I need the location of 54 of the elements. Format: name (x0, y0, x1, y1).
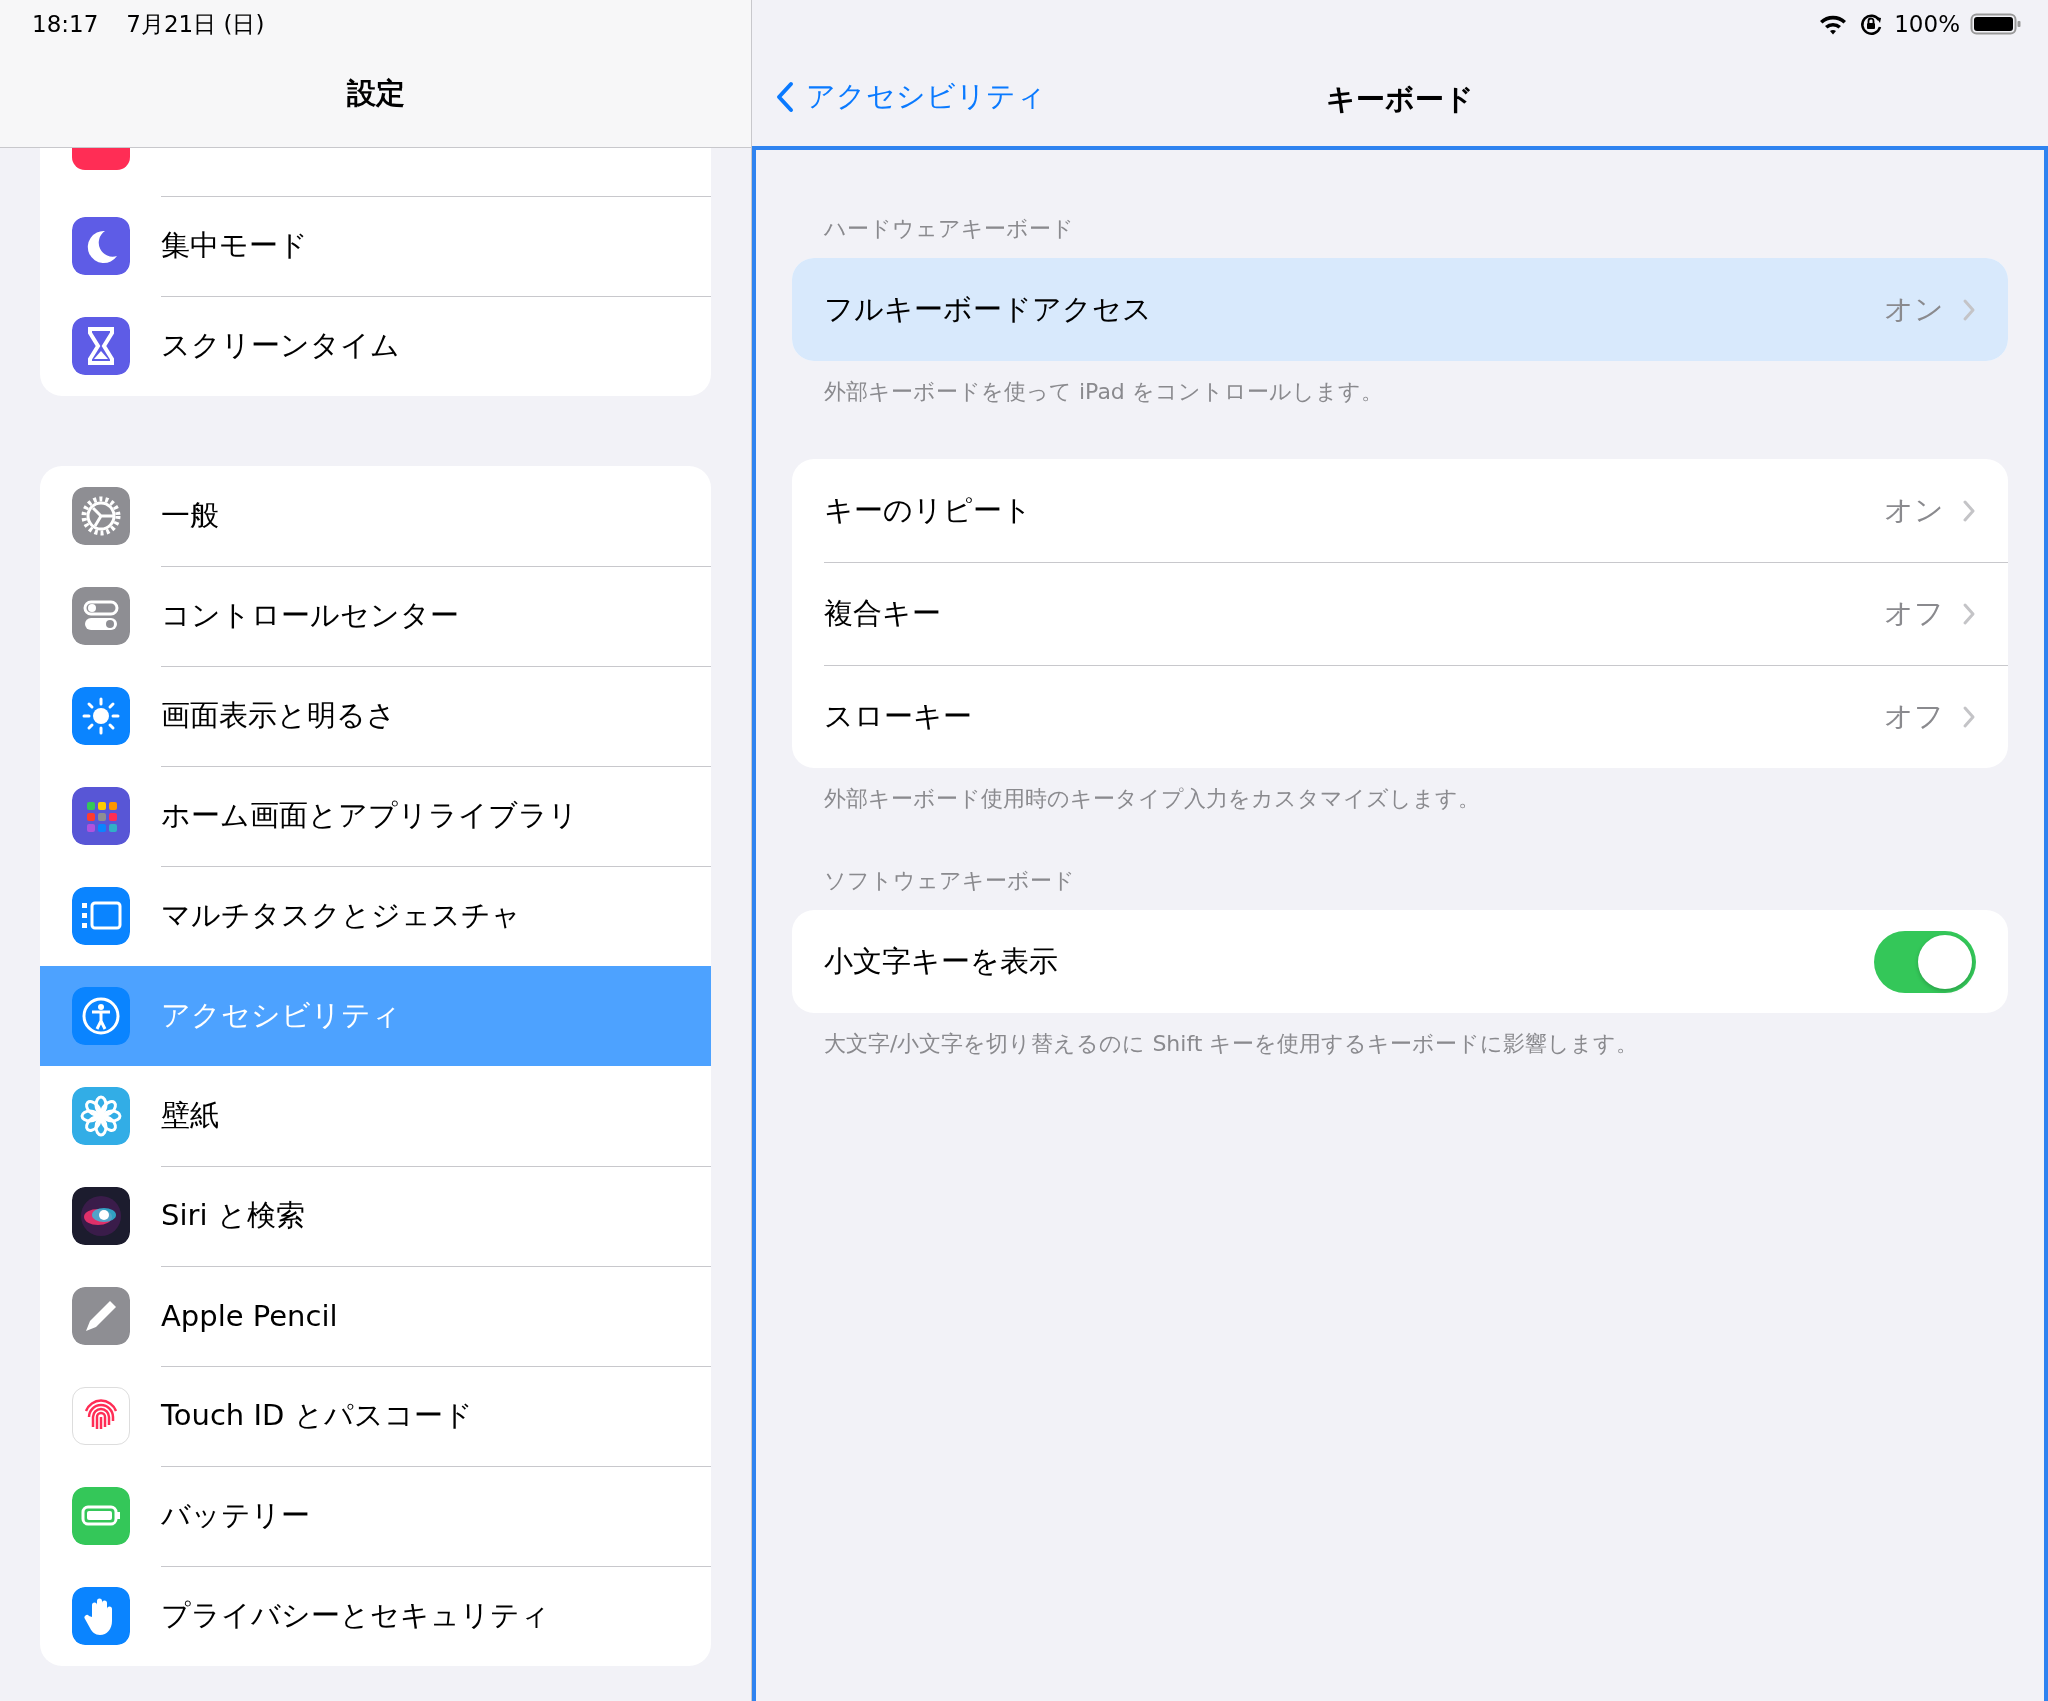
status-date: 7月21日 (日) (126, 9, 265, 39)
sidebar-item[interactable]: 画面表示と明るさ (40, 666, 711, 766)
sidebar-item[interactable]: プライバシーとセキュリティ (40, 1566, 711, 1666)
setting-label: 複合キー (824, 594, 942, 632)
flower-icon (72, 1087, 130, 1145)
status-time: 18:17 (32, 11, 99, 37)
sidebar-item[interactable]: 壁紙 (40, 1066, 711, 1166)
back-button[interactable]: アクセシビリティ (776, 77, 1046, 117)
chevron-icon[interactable] (1962, 297, 1976, 322)
accessibility-icon (72, 987, 130, 1045)
sidebar-item[interactable]: Siri と検索 (40, 1166, 711, 1266)
sidebar-item[interactable]: 集中モード (40, 196, 711, 296)
setting-label: キーのリピート (824, 491, 1033, 529)
chevron-icon[interactable] (1962, 704, 1976, 729)
section-header: ソフトウェアキーボード (823, 867, 1076, 895)
sidebar-item[interactable]: ホーム画面とアプリライブラリ (40, 766, 711, 866)
setting-value: オン (1884, 491, 1944, 529)
multitask-icon (72, 887, 130, 945)
sidebar-item[interactable]: 一般 (40, 466, 711, 566)
orb-icon (72, 1187, 130, 1245)
sidebar-item[interactable]: バッテリー (40, 1466, 711, 1566)
section-footer: 大文字/小文字を切り替えるのに Shift キーを使用するキーボードに影響します。 (792, 1013, 2008, 1059)
sidebar-item[interactable]: コントロールセンター (40, 566, 711, 666)
section-header: ハードウェアキーボード (823, 215, 1075, 243)
app-icon[interactable] (72, 148, 130, 170)
sidebar-item[interactable]: スクリーンタイム (40, 296, 711, 396)
battery-icon (72, 1487, 130, 1545)
setting-value: オフ (1884, 697, 1944, 735)
sidebar-title: 設定 (345, 75, 406, 112)
page-title: キーボード (1326, 81, 1474, 118)
gear-icon (72, 487, 130, 545)
hand-icon (72, 1587, 130, 1645)
chevron-left-icon (776, 81, 794, 113)
battery-percent: 100% (1894, 11, 1960, 37)
sidebar-item[interactable]: マルチタスクとジェスチャ (40, 866, 711, 966)
fingerprint-icon (72, 1387, 130, 1445)
chevron-icon[interactable] (1962, 601, 1976, 626)
hourglass-icon (72, 317, 130, 375)
moon-icon (72, 217, 130, 275)
toggles-icon (72, 587, 130, 645)
section-footer: 外部キーボードを使って iPad をコントロールします。 (792, 361, 2008, 407)
setting-value: オン (1884, 290, 1944, 328)
sidebar-item[interactable]: Apple Pencil (40, 1266, 711, 1366)
setting-value: オフ (1884, 594, 1944, 632)
battery-icon (1970, 12, 2022, 36)
setting-label: スローキー (824, 697, 973, 735)
chevron-icon[interactable] (1962, 498, 1976, 523)
section-footer: 外部キーボード使用時のキータイプ入力をカスタマイズします。 (792, 768, 2008, 814)
setting-label: 小文字キーを表示 (824, 942, 1059, 980)
sidebar-item[interactable]: Touch ID とパスコード (40, 1366, 711, 1466)
app-grid-icon (72, 787, 130, 845)
setting-label: フルキーボードアクセス (824, 290, 1153, 328)
pencil-icon (72, 1287, 130, 1345)
sun-icon (72, 687, 130, 745)
